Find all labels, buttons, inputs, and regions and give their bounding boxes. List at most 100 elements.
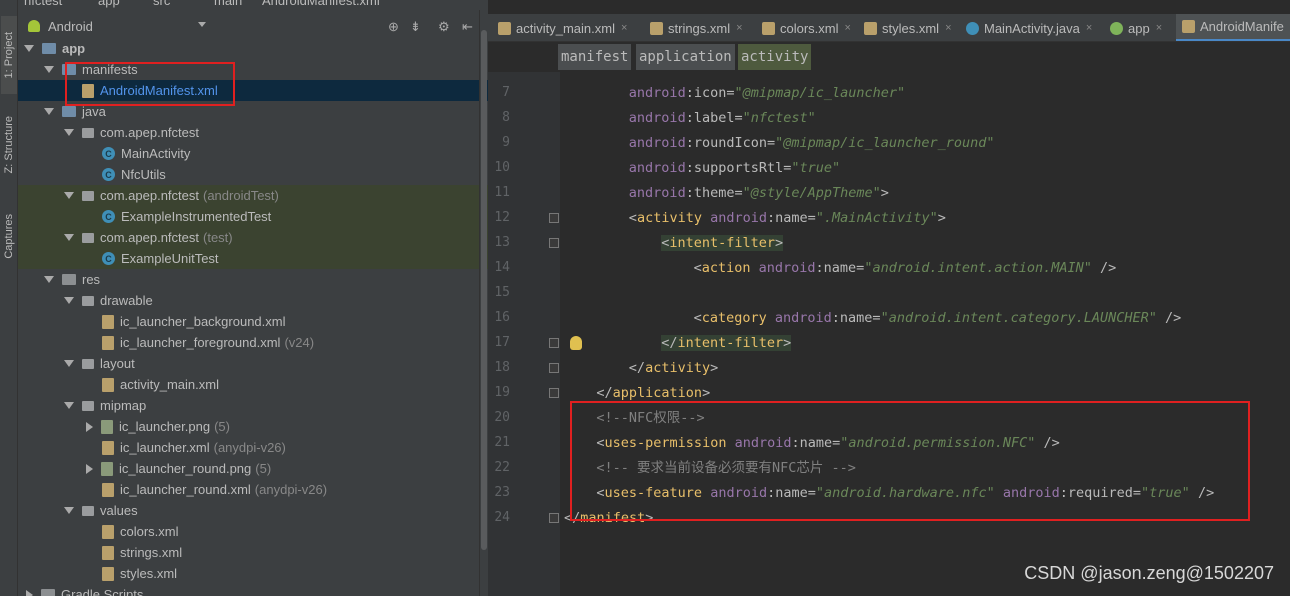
module-folder-icon	[62, 106, 76, 117]
editor-tab[interactable]: AndroidManife	[1176, 14, 1290, 41]
tree-item-suffix: (v24)	[284, 335, 315, 350]
crumb-src[interactable]: src	[153, 0, 170, 8]
scrollbar-thumb[interactable]	[481, 30, 487, 550]
project-tool-tab[interactable]: 1: Project	[1, 16, 17, 94]
editor-tab[interactable]: strings.xml ×	[644, 14, 752, 41]
line-number: 20	[494, 410, 510, 425]
tree-item[interactable]: Gradle Scripts	[18, 584, 488, 596]
chevron-down-icon[interactable]	[198, 22, 206, 27]
tree-item[interactable]: layout	[18, 353, 488, 374]
editor-tab-label: app	[1128, 20, 1150, 36]
tree-item-label: ic_launcher.xml	[120, 440, 210, 455]
tree-item[interactable]: mipmap	[18, 395, 488, 416]
chevron-right-icon[interactable]	[26, 589, 33, 596]
code-area[interactable]: 7 android:icon="@mipmap/ic_launcher" 8 andr…	[488, 72, 1290, 596]
editor-tab[interactable]: app ×	[1104, 14, 1172, 41]
tree-item[interactable]: res	[18, 269, 488, 290]
structure-tool-tab[interactable]: Z: Structure	[1, 100, 17, 190]
chevron-down-icon[interactable]	[44, 276, 54, 283]
chevron-down-icon[interactable]	[64, 129, 74, 136]
fold-icon[interactable]	[549, 363, 559, 373]
tree-item[interactable]: ic_launcher_background.xml	[18, 311, 488, 332]
gear-icon[interactable]: ⚙	[438, 19, 450, 35]
chevron-down-icon[interactable]	[64, 234, 74, 241]
close-icon[interactable]: ×	[736, 22, 742, 34]
close-icon[interactable]: ×	[945, 22, 951, 34]
project-view-selector[interactable]: Android	[28, 16, 93, 36]
locate-icon[interactable]: ⊕	[388, 19, 399, 35]
tree-item[interactable]: colors.xml	[18, 521, 488, 542]
tree-item[interactable]: com.apep.nfctest	[18, 122, 488, 143]
line-number: 13	[494, 235, 510, 250]
chevron-right-icon[interactable]	[86, 421, 93, 432]
fold-icon[interactable]	[549, 388, 559, 398]
close-icon[interactable]: ×	[621, 22, 627, 34]
tree-item[interactable]: C ExampleUnitTest	[18, 248, 488, 269]
chevron-down-icon[interactable]	[64, 507, 74, 514]
chevron-down-icon[interactable]	[44, 66, 54, 73]
code-line: android:icon="@mipmap/ic_launcher"	[628, 85, 906, 101]
lightbulb-icon[interactable]	[570, 336, 582, 350]
editor-tab[interactable]: activity_main.xml ×	[492, 14, 640, 41]
fold-icon[interactable]	[549, 338, 559, 348]
captures-tab-label: Captures	[3, 213, 15, 259]
tree-item[interactable]: app	[18, 38, 488, 59]
editor-tab[interactable]: colors.xml ×	[756, 14, 854, 41]
code-line: android:label="nfctest"	[628, 110, 816, 126]
tree-item[interactable]: ic_launcher_round.xml (anydpi-v26)	[18, 479, 488, 500]
hide-icon[interactable]: ⇤	[462, 19, 473, 35]
crumb-file[interactable]: AndroidManifest.xml	[262, 0, 380, 8]
tree-item[interactable]: ic_launcher.png (5)	[18, 416, 488, 437]
line-number: 16	[494, 310, 510, 325]
xml-breadcrumb-activity[interactable]: activity	[738, 44, 812, 70]
chevron-down-icon[interactable]	[44, 108, 54, 115]
tree-item[interactable]: AndroidManifest.xml	[18, 80, 488, 101]
tree-item[interactable]: drawable	[18, 290, 488, 311]
fold-icon[interactable]	[549, 513, 559, 523]
tree-item[interactable]: java	[18, 101, 488, 122]
tree-item[interactable]: C NfcUtils	[18, 164, 488, 185]
chevron-down-icon[interactable]	[64, 297, 74, 304]
xml-file-icon	[102, 482, 114, 497]
fold-icon[interactable]	[549, 213, 559, 223]
tree-item[interactable]: C ExampleInstrumentedTest	[18, 206, 488, 227]
editor-tab[interactable]: styles.xml ×	[858, 14, 956, 41]
chevron-down-icon[interactable]	[64, 192, 74, 199]
tree-item-label: ic_launcher_round.xml	[120, 482, 251, 497]
line-number: 8	[502, 110, 510, 125]
chevron-down-icon[interactable]	[64, 402, 74, 409]
project-scrollbar[interactable]	[479, 10, 487, 596]
xml-breadcrumb-manifest[interactable]: manifest	[558, 44, 632, 70]
captures-tool-tab[interactable]: Captures	[1, 196, 17, 276]
tree-item[interactable]: strings.xml	[18, 542, 488, 563]
tree-item[interactable]: ic_launcher.xml (anydpi-v26)	[18, 437, 488, 458]
chevron-down-icon[interactable]	[64, 360, 74, 367]
chevron-down-icon[interactable]	[24, 45, 34, 52]
fold-icon[interactable]	[549, 238, 559, 248]
xml-breadcrumb-application[interactable]: application	[636, 44, 735, 70]
tree-item[interactable]: com.apep.nfctest (androidTest)	[18, 185, 488, 206]
view-selector-label: Android	[48, 18, 93, 34]
tree-item-label: app	[62, 41, 86, 56]
close-icon[interactable]: ×	[845, 22, 851, 34]
crumb-project[interactable]: nfctest	[24, 0, 62, 8]
tree-item[interactable]: ic_launcher_round.png (5)	[18, 458, 488, 479]
crumb-module[interactable]: app	[98, 0, 120, 8]
crumb-main[interactable]: main	[214, 0, 242, 8]
tree-item[interactable]: com.apep.nfctest (test)	[18, 227, 488, 248]
chevron-right-icon[interactable]	[86, 463, 93, 474]
tree-item[interactable]: values	[18, 500, 488, 521]
collapse-icon[interactable]: ⇟	[410, 19, 421, 35]
tree-item[interactable]: manifests	[18, 59, 488, 80]
tree-item[interactable]: styles.xml	[18, 563, 488, 584]
close-icon[interactable]: ×	[1086, 22, 1092, 34]
project-panel: Android ⊕ ⇟ ⚙ ⇤ app manifests AndroidManif…	[18, 10, 488, 596]
tree-item[interactable]: activity_main.xml	[18, 374, 488, 395]
editor-tab[interactable]: MainActivity.java ×	[960, 14, 1100, 41]
close-icon[interactable]: ×	[1156, 22, 1162, 34]
tree-item[interactable]: C MainActivity	[18, 143, 488, 164]
tree-item[interactable]: ic_launcher_foreground.xml (v24)	[18, 332, 488, 353]
code-line: <activity android:name=".MainActivity">	[628, 210, 946, 226]
xml-file-icon	[82, 83, 94, 98]
class-icon: C	[102, 147, 115, 160]
